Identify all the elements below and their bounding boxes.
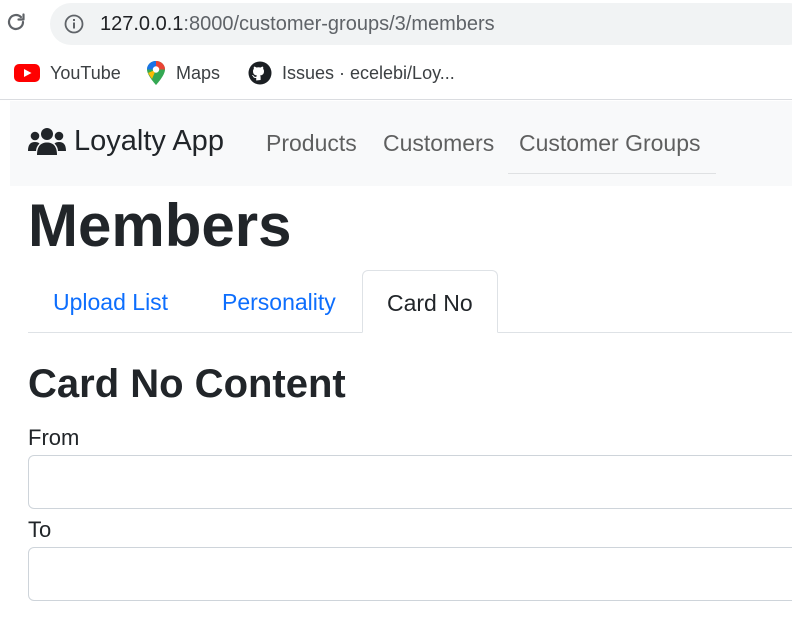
- youtube-icon: [14, 64, 40, 82]
- nav-link-customer-groups[interactable]: Customer Groups: [519, 130, 701, 157]
- bookmark-youtube[interactable]: YouTube: [14, 56, 121, 90]
- address-bar[interactable]: 127.0.0.1:8000/customer-groups/3/members: [50, 3, 792, 45]
- reload-icon[interactable]: [4, 10, 28, 34]
- nav-link-products[interactable]: Products: [266, 130, 357, 157]
- users-icon: [28, 127, 66, 155]
- info-icon[interactable]: [64, 14, 84, 34]
- navbar: Loyalty App Products Customers Customer …: [10, 101, 792, 186]
- page-title: Members: [28, 192, 292, 259]
- tab-upload-list[interactable]: Upload List: [29, 270, 192, 332]
- url-host: 127.0.0.1: [100, 13, 184, 35]
- brand-name: Loyalty App: [74, 125, 224, 157]
- bookmark-maps[interactable]: Maps: [146, 56, 220, 90]
- bookmarks-bar: YouTube Maps Issues · ecelebi/Loy...: [0, 56, 792, 90]
- toolbar-divider: [0, 99, 792, 100]
- browser-toolbar: 127.0.0.1:8000/customer-groups/3/members…: [0, 0, 792, 100]
- nav-link-customers[interactable]: Customers: [383, 130, 494, 157]
- bookmark-github-issues[interactable]: Issues · ecelebi/Loy...: [248, 56, 455, 90]
- from-input[interactable]: [28, 455, 792, 509]
- bookmark-label: Issues · ecelebi/Loy...: [282, 62, 455, 83]
- bookmark-label: YouTube: [50, 62, 121, 83]
- bookmark-label: Maps: [176, 62, 221, 83]
- from-label: From: [28, 425, 80, 450]
- to-label: To: [28, 517, 52, 542]
- tab-personality[interactable]: Personality: [198, 270, 360, 332]
- tab-bar: Upload List Personality Card No: [28, 270, 792, 333]
- to-input[interactable]: [28, 547, 792, 601]
- tab-card-no[interactable]: Card No: [362, 270, 498, 333]
- url-text: 127.0.0.1:8000/customer-groups/3/members: [100, 13, 495, 36]
- url-path: :8000/customer-groups/3/members: [183, 13, 495, 35]
- maps-icon: [147, 61, 165, 85]
- brand-link[interactable]: Loyalty App: [28, 125, 224, 158]
- section-title: Card No Content: [28, 362, 346, 406]
- active-nav-indicator: [508, 173, 716, 174]
- github-icon: [248, 61, 272, 85]
